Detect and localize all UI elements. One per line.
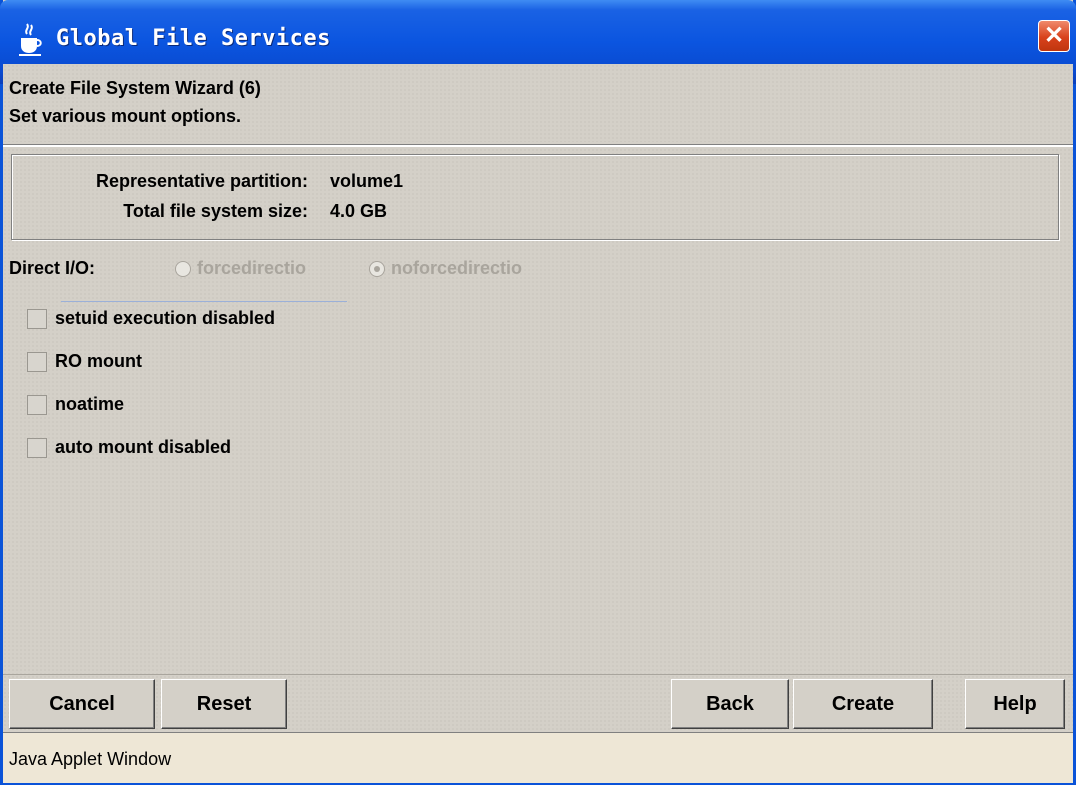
radio-noforcedirectio-label: noforcedirectio [391,258,523,278]
wizard-step-title: Create File System Wizard (6) [9,78,261,98]
checkbox-noatime[interactable]: noatime [27,394,124,415]
reset-button[interactable]: Reset [161,679,287,729]
radio-noforcedirectio[interactable]: noforcedirectio [369,258,522,279]
options-panel: Representative partition: volume1 Total … [3,148,1073,674]
partition-label: Representative partition: [95,171,308,191]
size-value: 4.0 GB [330,201,388,221]
focus-indicator [61,301,347,302]
radio-forcedirectio[interactable]: forcedirectio [175,258,306,279]
direct-io-label: Direct I/O: [9,258,96,278]
back-button[interactable]: Back [671,679,789,729]
close-button[interactable]: ✕ [1038,20,1070,52]
java-coffee-cup-icon [19,23,42,56]
checkbox-setuid-disabled[interactable]: setuid execution disabled [27,308,275,329]
create-button[interactable]: Create [793,679,933,729]
button-bar: Cancel Reset Back Create Help [3,674,1073,731]
applet-status-text: Java Applet Window [9,749,172,769]
size-label: Total file system size: [123,201,308,221]
header-separator [3,144,1073,147]
checkbox-icon [27,394,47,415]
partition-value: volume1 [330,171,404,191]
file-system-info-box: Representative partition: volume1 Total … [11,154,1059,240]
radio-button-selected-icon [369,260,385,277]
checkbox-icon [27,437,47,458]
checkbox-automount-label: auto mount disabled [55,437,232,457]
checkbox-noatime-label: noatime [55,394,125,414]
checkbox-ro-label: RO mount [55,351,142,371]
checkbox-auto-mount-disabled[interactable]: auto mount disabled [27,437,231,458]
checkbox-setuid-label: setuid execution disabled [55,308,276,328]
radio-button-icon [175,260,191,277]
cancel-button[interactable]: Cancel [9,679,155,729]
help-button[interactable]: Help [965,679,1065,729]
checkbox-icon [27,308,47,329]
applet-status-bar: Java Applet Window [3,732,1073,783]
wizard-header: Create File System Wizard (6) Set variou… [3,64,1073,142]
wizard-window: Global File Services ✕ Create File Syste… [0,0,1076,785]
checkbox-ro-mount[interactable]: RO mount [27,351,142,372]
wizard-step-description: Set various mount options. [9,106,242,126]
window-title: Global File Services [56,26,331,51]
radio-forcedirectio-label: forcedirectio [197,258,307,278]
dialog-content: Create File System Wizard (6) Set variou… [3,64,1073,785]
checkbox-icon [27,351,47,372]
close-icon: ✕ [1043,22,1065,49]
